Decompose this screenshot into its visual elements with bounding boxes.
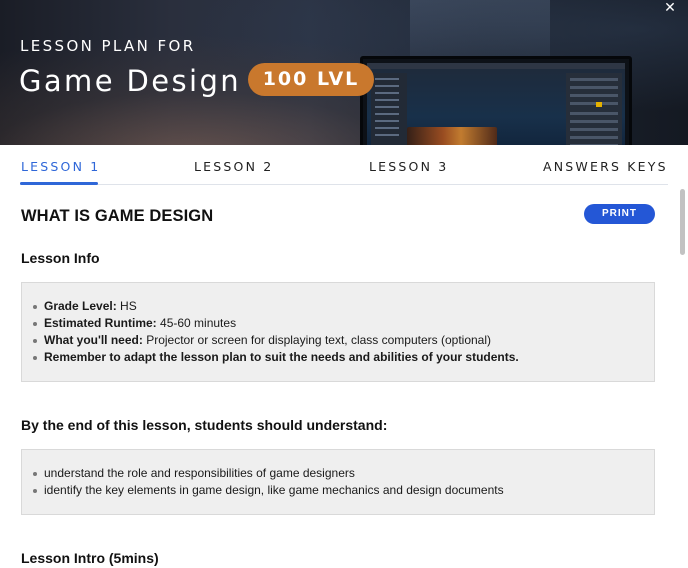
list-item: What you'll need: Projector or screen fo… xyxy=(22,332,654,349)
lesson-intro-heading: Lesson Intro (5mins) xyxy=(21,550,159,566)
lesson-tabs: LESSON 1 LESSON 2 LESSON 3 ANSWERS KEYS xyxy=(0,145,688,187)
list-item: Grade Level: HS xyxy=(22,298,654,315)
list-item: identify the key elements in game design… xyxy=(22,482,654,499)
tab-lesson-2[interactable]: LESSON 2 xyxy=(194,159,273,174)
tab-lesson-1[interactable]: LESSON 1 xyxy=(21,159,100,174)
active-tab-indicator xyxy=(20,182,98,185)
hero-subtitle: LESSON PLAN FOR xyxy=(20,37,196,55)
hero-monitor-image xyxy=(360,56,632,145)
level-badge: 100 LVL xyxy=(248,63,374,96)
hero-banner: LESSON PLAN FOR Game Design 100 LVL ✕ xyxy=(0,0,688,145)
print-button[interactable]: PRINT xyxy=(584,204,655,224)
scrollbar-thumb[interactable] xyxy=(680,189,685,255)
lesson-info-heading: Lesson Info xyxy=(21,250,100,266)
list-item: Estimated Runtime: 45-60 minutes xyxy=(22,315,654,332)
tab-answers-keys[interactable]: ANSWERS KEYS xyxy=(543,159,668,174)
tab-lesson-3[interactable]: LESSON 3 xyxy=(369,159,448,174)
lesson-info-box: Grade Level: HS Estimated Runtime: 45-60… xyxy=(21,282,655,382)
close-icon[interactable]: ✕ xyxy=(662,0,678,16)
page-title: WHAT IS GAME DESIGN xyxy=(21,207,214,225)
hero-title: Game Design xyxy=(19,64,242,98)
tabs-divider xyxy=(20,184,668,185)
objectives-box: understand the role and responsibilities… xyxy=(21,449,655,515)
objectives-heading: By the end of this lesson, students shou… xyxy=(21,417,388,433)
list-item: Remember to adapt the lesson plan to sui… xyxy=(22,349,654,366)
list-item: understand the role and responsibilities… xyxy=(22,465,654,482)
